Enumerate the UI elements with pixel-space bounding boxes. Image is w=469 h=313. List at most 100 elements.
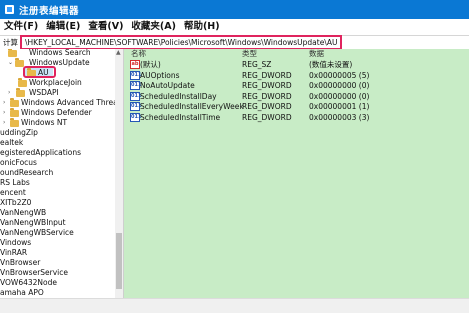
address-bar[interactable]: 计算 \HKEY_LOCAL_MACHINE\SOFTWARE\Policies… [0,35,469,50]
menu-help[interactable]: 帮助(H) [180,19,224,35]
tree-item[interactable]: VanNengWBService [0,228,115,238]
tree-item[interactable]: VanNengWB [0,208,115,218]
tree-item-label: WorkplaceJoin [29,78,82,87]
tree-item-label: Windows NT [21,118,68,127]
tree-item[interactable]: › Windows NT [0,117,115,128]
value-row[interactable]: 011 ScheduledInstallDay REG_DWORD 0x0000000… [124,91,469,102]
tree-item[interactable]: encent [0,188,115,198]
tree-item-selected[interactable]: AU [0,67,115,78]
tree-item[interactable]: oundResearch [0,168,115,178]
value-name: ScheduledInstallTime [140,112,221,122]
tree-item-label: VnBrowser [0,258,41,267]
value-row[interactable]: 011 AUOptions REG_DWORD 0x00000005 (5) [124,70,469,81]
tree-item-label: Vindows [0,238,32,247]
value-type: REG_DWORD [242,91,292,101]
value-data: 0x00000000 (0) [309,91,370,101]
tree-item[interactable]: › WSDAPI [0,87,115,98]
tree-scrollbar[interactable]: ▲ [115,49,123,298]
chevron-right-icon[interactable]: › [3,118,5,128]
scroll-up-icon[interactable]: ▲ [116,49,121,56]
folder-icon [18,77,27,87]
tree-item-label: amaha APO [0,288,44,297]
values-list[interactable]: 名称 类型 数据 ab (默认) REG_SZ (数值未设置) 011 AUOptions… [124,49,469,298]
highlight-box [23,66,56,78]
header-data[interactable]: 数据 [309,49,324,59]
tree-item-label: VnBrowserService [0,268,68,277]
title-bar: 注册表编辑器 [0,0,469,19]
tree-item[interactable]: VnBrowser [0,258,115,268]
tree-item[interactable]: XITb2Z0 [0,198,115,208]
tree-item[interactable]: Vindows [0,238,115,248]
tree-item[interactable]: egisteredApplications [0,148,115,158]
chevron-down-icon[interactable]: ⌄ [8,58,13,68]
tree-item-label: VanNengWB [0,208,47,217]
value-type: REG_DWORD [242,81,292,90]
menu-bar: 文件(F) 编辑(E) 查看(V) 收藏夹(A) 帮助(H) [0,19,469,35]
value-row[interactable]: 011 NoAutoUpdate REG_DWORD 0x00000000 (0) [124,81,469,91]
tree-item[interactable]: WorkplaceJoin [0,77,115,88]
tree-item-label: ealtek [0,138,24,147]
tree-item-label: encent [0,188,26,197]
value-row[interactable]: ab (默认) REG_SZ (数值未设置) [124,60,469,70]
tree-item-label: VinRAR [0,248,28,257]
tree-item[interactable]: uddingZip [0,128,115,138]
tree-item-label: XITb2Z0 [0,198,32,207]
menu-edit[interactable]: 编辑(E) [42,19,84,35]
tree-item[interactable]: VnBrowserService [0,268,115,278]
menu-file[interactable]: 文件(F) [0,19,42,35]
folder-icon [8,49,17,57]
window-title: 注册表编辑器 [19,5,80,17]
folder-icon [10,97,19,107]
tree-item[interactable]: RS Labs [0,178,115,188]
value-data: 0x00000005 (5) [309,70,370,80]
tree-item-label: VanNengWBService [0,228,74,237]
tree-item[interactable]: onicFocus [0,158,115,168]
registry-icon [5,5,14,14]
tree-item-label: egisteredApplications [0,148,82,157]
tree-item[interactable]: › Windows Defender [0,107,115,118]
tree-item[interactable]: VanNengWBInput [0,218,115,228]
tree-item[interactable]: ⌄ WindowsUpdate [0,57,115,68]
folder-icon [15,57,24,67]
binary-value-icon: 011 [130,112,142,122]
value-data: (数值未设置) [309,60,353,69]
value-type: REG_DWORD [242,70,292,80]
value-name: ScheduledInstallDay [140,91,217,101]
tree-item[interactable]: VOW6432Node [0,278,115,288]
tree-item[interactable]: amaha APO [0,288,115,298]
folder-icon [16,87,25,97]
folder-icon [10,117,19,127]
menu-favorites[interactable]: 收藏夹(A) [127,19,180,35]
registry-tree[interactable]: Windows Search ⌄ WindowsUpdate AU WorkplaceJ… [0,49,124,298]
value-type: REG_DWORD [242,102,292,111]
tree-item-label: onicFocus [0,158,37,167]
tree-item[interactable]: Windows Search [0,49,115,58]
folder-icon [10,107,19,117]
tree-item-label: RS Labs [0,178,30,187]
header-type[interactable]: 类型 [242,49,257,59]
tree-item-label: WSDAPI [29,88,59,97]
value-name: AUOptions [140,70,180,80]
chevron-right-icon[interactable]: › [8,88,10,98]
chevron-right-icon[interactable]: › [3,108,5,118]
string-value-icon: ab [130,60,140,69]
tree-item-label: uddingZip [0,128,38,137]
value-type: REG_DWORD [242,112,292,122]
value-row[interactable]: 011 ScheduledInstallEveryWeek REG_DWORD 0x0… [124,102,469,112]
address-path[interactable]: \HKEY_LOCAL_MACHINE\SOFTWARE\Policies\Mi… [19,35,343,50]
value-name: (默认) [140,60,161,69]
menu-view[interactable]: 查看(V) [84,19,127,35]
tree-item-label: Windows Advanced Threat P [21,98,124,107]
value-data: 0x00000000 (0) [309,81,370,90]
value-name: NoAutoUpdate [140,81,195,90]
header-name[interactable]: 名称 [131,49,146,59]
list-header: 名称 类型 数据 [124,49,469,59]
tree-item[interactable]: › Windows Advanced Threat P [0,97,123,108]
tree-item-label: VanNengWBInput [0,218,66,227]
tree-item[interactable]: ealtek [0,138,115,148]
binary-value-icon: 011 [130,91,142,101]
chevron-right-icon[interactable]: › [3,98,5,108]
scroll-thumb[interactable] [116,233,122,289]
tree-item[interactable]: VinRAR [0,248,115,258]
value-row[interactable]: 011 ScheduledInstallTime REG_DWORD 0x000000… [124,112,469,123]
